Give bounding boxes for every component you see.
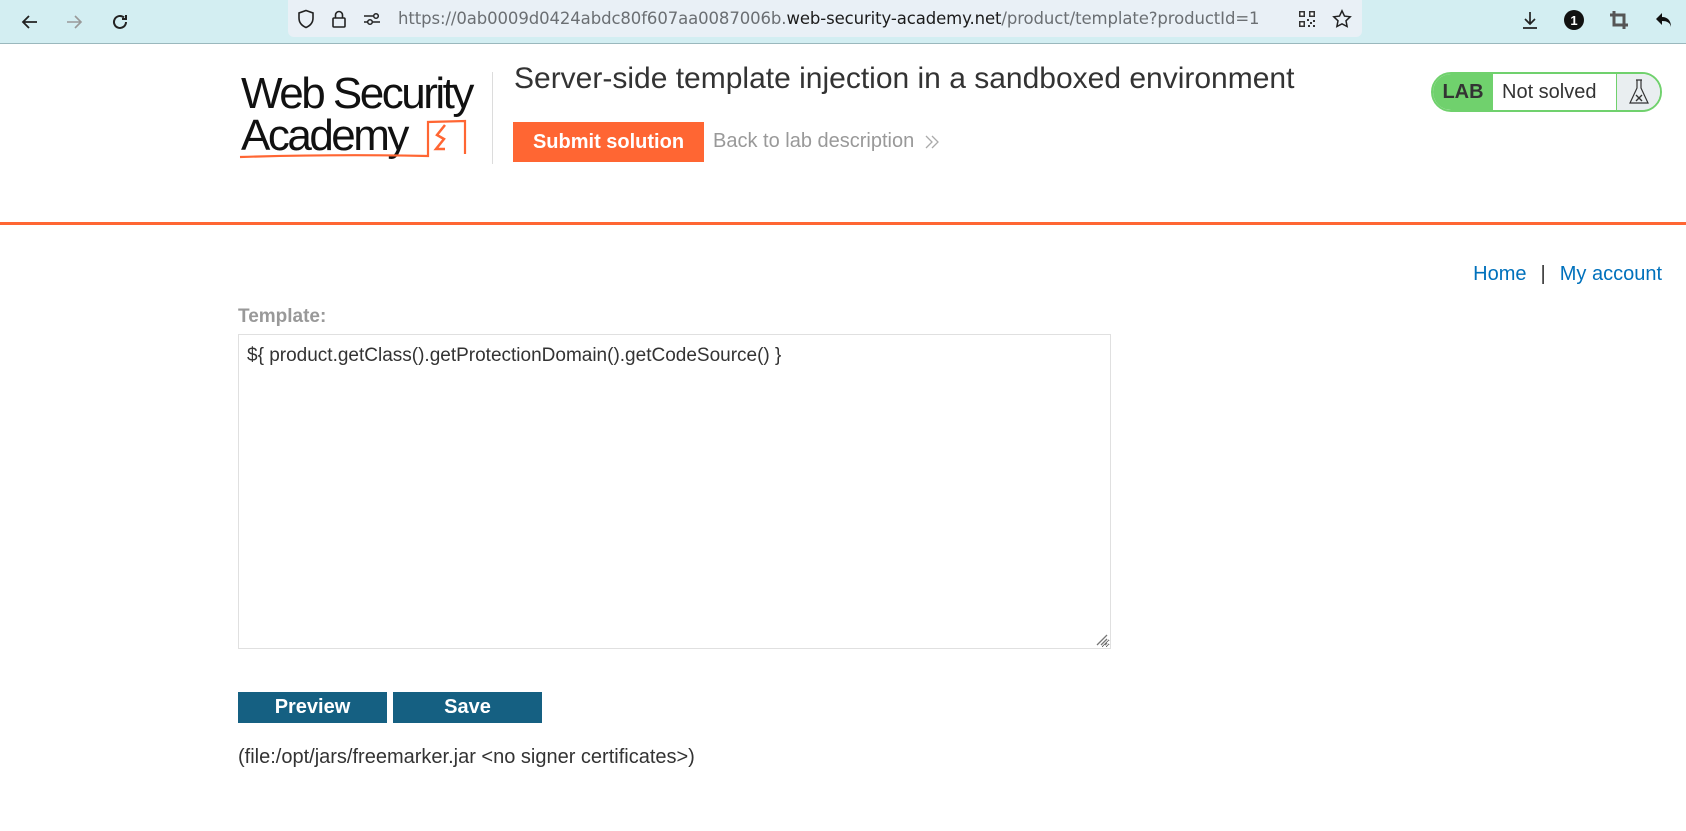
back-icon <box>21 15 37 29</box>
reload-button[interactable] <box>106 8 134 36</box>
double-chevron-right-icon <box>925 135 940 148</box>
web-security-academy-logo[interactable]: Web Security Academy <box>239 69 491 162</box>
save-button[interactable]: Save <box>393 692 542 723</box>
lab-status-badge: LAB Not solved <box>1431 72 1662 112</box>
url-text[interactable]: https://0ab0009d0424abdc80f607aa0087006b… <box>398 9 1260 28</box>
lab-title: Server-side template injection in a sand… <box>514 62 1295 95</box>
submit-solution-button[interactable]: Submit solution <box>513 122 704 162</box>
back-to-lab-description-link[interactable]: Back to lab description <box>713 130 940 153</box>
flask-icon <box>1617 74 1660 110</box>
template-label: Template: <box>238 306 327 327</box>
address-bar[interactable]: https://0ab0009d0424abdc80f607aa0087006b… <box>288 0 1362 37</box>
preview-button[interactable]: Preview <box>238 692 387 723</box>
back-button[interactable] <box>16 8 44 36</box>
notification-count: 1 <box>1570 12 1578 28</box>
qr-code-icon[interactable] <box>1296 8 1318 30</box>
undo-icon[interactable] <box>1651 7 1677 33</box>
header-divider <box>492 72 493 164</box>
lab-label: LAB <box>1433 74 1493 110</box>
reload-icon <box>113 14 127 29</box>
resize-handle-icon[interactable] <box>1092 630 1108 646</box>
my-account-link[interactable]: My account <box>1560 263 1662 286</box>
download-icon[interactable] <box>1517 7 1543 33</box>
shield-icon[interactable] <box>295 8 317 30</box>
logo-line2: Academy <box>241 111 409 160</box>
bookmark-star-icon[interactable] <box>1331 8 1353 30</box>
top-nav: Home | My account <box>1473 263 1662 286</box>
crop-icon[interactable] <box>1606 7 1632 33</box>
template-output: (file:/opt/jars/freemarker.jar <no signe… <box>238 746 695 768</box>
url-path: /product/template?productId=1 <box>1001 9 1260 28</box>
lab-status: Not solved <box>1493 74 1617 110</box>
browser-toolbar: https://0ab0009d0424abdc80f607aa0087006b… <box>0 0 1686 44</box>
home-link[interactable]: Home <box>1473 263 1526 286</box>
forward-icon <box>67 15 83 29</box>
url-prefix: https://0ab0009d0424abdc80f607aa0087006b… <box>398 9 787 28</box>
forward-button[interactable] <box>60 8 88 36</box>
header-divider-line <box>0 222 1686 225</box>
notification-badge-icon[interactable]: 1 <box>1561 7 1587 33</box>
template-textarea[interactable]: ${ product.getClass().getProtectionDomai… <box>238 334 1111 649</box>
nav-separator: | <box>1540 263 1546 285</box>
lock-icon[interactable] <box>328 8 350 30</box>
permissions-icon[interactable] <box>361 8 383 30</box>
url-domain: web-security-academy.net <box>786 9 1002 28</box>
back-link-label: Back to lab description <box>713 130 915 152</box>
